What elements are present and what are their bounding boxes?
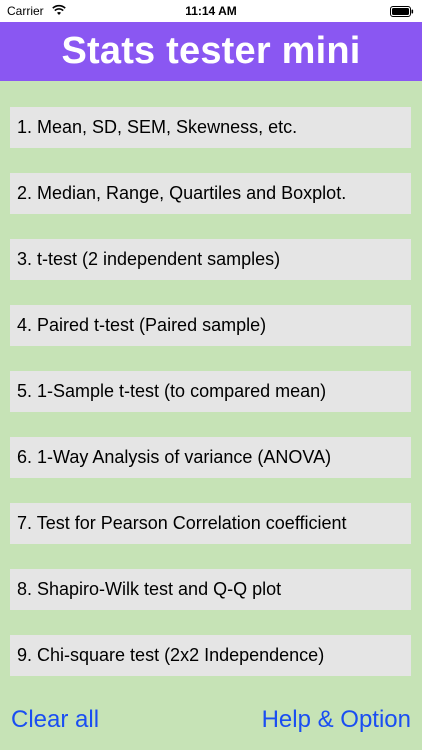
app-title: Stats tester mini [61, 30, 361, 72]
help-option-button[interactable]: Help & Option [262, 706, 411, 734]
menu-item-anova[interactable]: 6. 1-Way Analysis of variance (ANOVA) [10, 437, 411, 478]
test-menu-list: 1. Mean, SD, SEM, Skewness, etc. 2. Medi… [10, 107, 411, 676]
menu-item-paired-t-test[interactable]: 4. Paired t-test (Paired sample) [10, 305, 411, 346]
menu-item-one-sample-t-test[interactable]: 5. 1-Sample t-test (to compared mean) [10, 371, 411, 412]
bottom-bar: Clear all Help & Option [0, 706, 422, 742]
menu-item-pearson-correlation[interactable]: 7. Test for Pearson Correlation coeffici… [10, 503, 411, 544]
menu-item-t-test[interactable]: 3. t-test (2 independent samples) [10, 239, 411, 280]
menu-item-mean-sd[interactable]: 1. Mean, SD, SEM, Skewness, etc. [10, 107, 411, 148]
menu-item-median-boxplot[interactable]: 2. Median, Range, Quartiles and Boxplot. [10, 173, 411, 214]
menu-item-chi-square[interactable]: 9. Chi-square test (2x2 Independence) [10, 635, 411, 676]
status-bar: Carrier 11:14 AM [0, 0, 422, 22]
clear-all-button[interactable]: Clear all [11, 706, 99, 734]
title-bar: Stats tester mini [0, 22, 422, 81]
status-time: 11:14 AM [185, 4, 237, 18]
battery-icon [390, 6, 414, 17]
menu-item-shapiro-wilk[interactable]: 8. Shapiro-Wilk test and Q-Q plot [10, 569, 411, 610]
